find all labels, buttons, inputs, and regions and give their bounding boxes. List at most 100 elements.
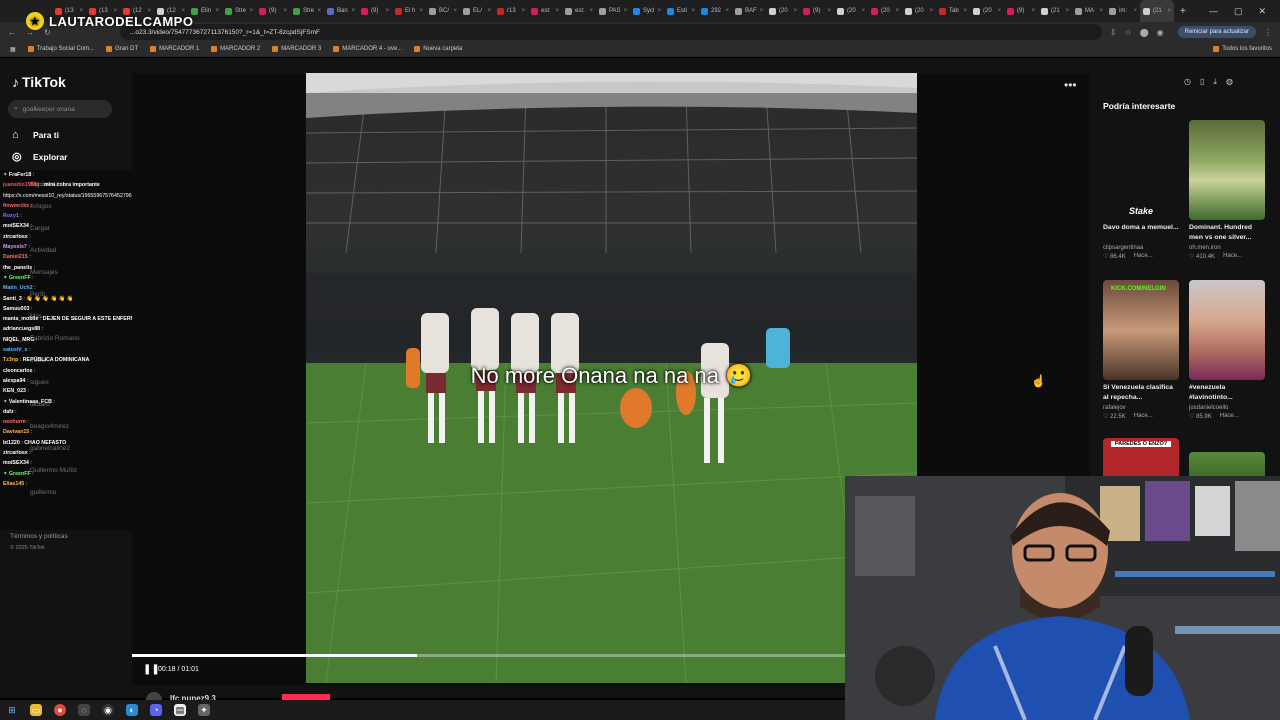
browser-tab[interactable]: PAS × — [596, 0, 630, 22]
ghost-label: Más — [30, 313, 43, 320]
tab-label: Esti — [677, 8, 688, 14]
close-icon[interactable]: ✕ — [1258, 6, 1266, 17]
app-icon[interactable]: ◌ — [78, 704, 90, 716]
ghost-label: Perfil — [30, 291, 45, 298]
browser-tab[interactable]: MA × — [1072, 0, 1106, 22]
browser-tab[interactable]: (21 × — [1140, 0, 1174, 22]
tab-label: Tab — [949, 8, 959, 14]
maximize-icon[interactable]: ▢ — [1234, 6, 1243, 17]
browser-tab[interactable]: (20 × — [834, 0, 868, 22]
browser-tab[interactable]: Ban × — [324, 0, 358, 22]
rec-card[interactable]: Dominant. Hundred men vs one silver... o… — [1189, 120, 1265, 260]
app-icon[interactable]: ✦ — [198, 704, 210, 716]
chat-username: Samuu003 — [3, 305, 30, 312]
ghost-label: Mensajes — [30, 269, 58, 276]
url-field[interactable]: ...o23.3/video/7547773672711376150?_r=1&… — [120, 24, 1102, 40]
browser-tab[interactable]: (20 × — [902, 0, 936, 22]
search-input[interactable]: ⌕ goalkeeper onana — [8, 100, 112, 118]
browser-tab[interactable]: (20 × — [868, 0, 902, 22]
browser-tab[interactable]: 292 × — [698, 0, 732, 22]
browser-tab[interactable]: El h × — [392, 0, 426, 22]
chat-username: Ellas145 — [3, 480, 25, 487]
back-icon[interactable]: ← — [8, 28, 16, 37]
video-player[interactable]: No more Onana na na na 🥲 — [306, 73, 917, 683]
terminal-icon[interactable]: ▤ — [174, 704, 186, 716]
ghost-sidebar-text: Siguiendo Amigos Cargar Actividad Mensajes Pe… — [30, 174, 80, 504]
apps-icon[interactable]: ▦ — [10, 46, 16, 53]
tab-favicon-icon — [395, 7, 402, 15]
speed-icon[interactable]: ◷ — [1184, 77, 1191, 87]
browser-tab[interactable]: Esti × — [664, 0, 698, 22]
install-icon[interactable]: ⇩ — [1110, 28, 1117, 37]
tab-label: Stre — [235, 8, 247, 14]
tab-favicon-icon — [735, 7, 742, 15]
browser-tab[interactable]: EL/× — [460, 0, 494, 22]
browser-tab[interactable]: est: × — [528, 0, 562, 22]
profile-icon[interactable]: ◉ — [1157, 28, 1164, 37]
browser-tab[interactable]: BAF × — [732, 0, 766, 22]
chat-username: Tz3np — [3, 357, 19, 364]
browser-tab[interactable]: Sycl × — [630, 0, 664, 22]
browser-tab[interactable]: (21 × — [1038, 0, 1072, 22]
browser-tab[interactable]: (20 × — [766, 0, 800, 22]
bookmark-item[interactable]: Trabajo Social Com... — [27, 46, 94, 52]
footer-copyright: © 2025 TikTok — [10, 545, 45, 551]
miniplayer-icon[interactable]: ▯ — [1200, 77, 1204, 87]
nav-item-para-ti[interactable]: ⌂ Para ti — [12, 129, 59, 141]
browser-tab[interactable]: (9) × — [1004, 0, 1038, 22]
file-explorer-icon[interactable]: ▭ — [30, 704, 42, 716]
browser-tab[interactable]: (20 × — [970, 0, 1004, 22]
new-tab-icon[interactable]: + — [1174, 6, 1186, 17]
tab-favicon-icon — [599, 7, 606, 15]
download-icon[interactable]: ⤓ — [1213, 77, 1217, 87]
minimize-icon[interactable]: — — [1209, 6, 1218, 16]
rec-card[interactable]: KICK.COM/NELGIN Si Venezuela clasifica a… — [1103, 280, 1179, 420]
discord-icon[interactable]: ◔ — [150, 704, 162, 716]
browser-tab[interactable]: im: × — [1106, 0, 1140, 22]
bookmark-item[interactable]: MARCADOR 3 — [272, 46, 321, 52]
bookmark-item[interactable]: MARCADOR 4 - ove... — [333, 46, 402, 52]
menu-icon[interactable]: ⋮ — [1264, 28, 1272, 37]
bookmark-item[interactable]: Nueva carpeta — [414, 46, 462, 52]
browser-tab[interactable]: Stre × — [290, 0, 324, 22]
browser-tab[interactable]: (9) × — [256, 0, 290, 22]
rec-meta: ♡ 410.4K Hace... — [1189, 253, 1265, 260]
browser-tab[interactable]: BC/× — [426, 0, 460, 22]
browser-tab[interactable]: r13 × — [494, 0, 528, 22]
more-options-icon[interactable]: ••• — [1064, 78, 1077, 92]
browser-tab[interactable]: Stre × — [222, 0, 256, 22]
browser-tab[interactable]: Tab × — [936, 0, 970, 22]
rec-likes: 86.4K — [1110, 254, 1126, 260]
browser-tab[interactable]: (9) × — [800, 0, 834, 22]
tab-favicon-icon — [565, 7, 572, 15]
address-icons: ⇩ ☆ ⬤ ◉ Reiniciar para actualizar ⋮ — [1102, 26, 1280, 38]
extension-icon[interactable]: ⬤ — [1140, 28, 1149, 37]
rec-card[interactable]: PAREDES O ENZO? — [1103, 438, 1179, 478]
star-icon[interactable]: ☆ — [1125, 28, 1132, 37]
update-button[interactable]: Reiniciar para actualizar — [1177, 26, 1256, 38]
footer-terms[interactable]: Términos y políticas — [10, 533, 68, 540]
browser-tab[interactable]: est: × — [562, 0, 596, 22]
bookmark-item[interactable]: MARCADOR 2 — [211, 46, 260, 52]
rec-date: Hace... — [1219, 413, 1239, 419]
bookmark-icon — [272, 46, 279, 52]
bookmark-item[interactable]: MARCADOR 1 — [150, 46, 199, 52]
tiktok-logo[interactable]: ♪ TikTok — [12, 74, 66, 90]
search-icon: ⌕ — [14, 105, 18, 112]
tab-label: (20 — [779, 8, 788, 14]
chrome-icon[interactable]: ● — [54, 704, 66, 716]
rec-card[interactable]: #venezuela #lavinotinto... josdanielcoel… — [1189, 280, 1265, 420]
windows-start-icon[interactable]: ⊞ — [6, 704, 18, 716]
nav-item-explorar[interactable]: ◎ Explorar — [12, 151, 68, 163]
bookmark-item[interactable]: Gran DT — [106, 46, 138, 52]
rec-card[interactable] — [1189, 452, 1265, 478]
chat-username: dafz — [3, 408, 14, 415]
chat-username: Daniel215 — [3, 254, 28, 261]
rec-meta: ♡ 85.9K Hace... — [1189, 413, 1265, 420]
edge-icon[interactable]: ◐ — [126, 704, 138, 716]
all-bookmarks[interactable]: Todos los favoritos — [1213, 46, 1280, 52]
browser-tab[interactable]: (9) × — [358, 0, 392, 22]
settings-icon[interactable]: ◍ — [1226, 77, 1233, 87]
rec-card[interactable]: Stake Davo doma a memuel... clipsargenti… — [1103, 120, 1179, 260]
obs-icon[interactable]: ◉ — [102, 704, 114, 716]
